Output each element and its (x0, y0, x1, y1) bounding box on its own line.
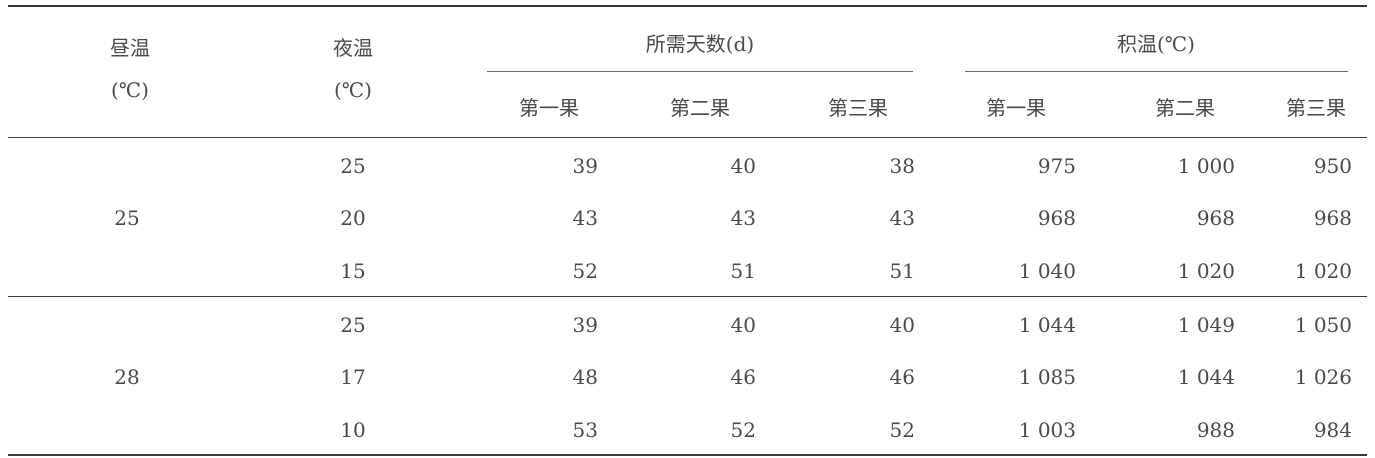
days-group-rule (487, 71, 913, 72)
header-days-group: 所需天数(d) (645, 32, 755, 56)
subheader-accum-fruit-2: 第二果 (1155, 96, 1215, 120)
days-fruit-2: 46 (730, 365, 756, 389)
accum-fruit-1: 1 085 (1018, 365, 1076, 389)
accum-fruit-3: 1 020 (1294, 259, 1352, 283)
accum-fruit-2: 1 049 (1177, 313, 1235, 337)
header-night-temp: 夜温 (333, 36, 373, 60)
accum-group-rule (965, 71, 1348, 72)
days-fruit-1: 43 (572, 206, 598, 230)
days-fruit-1: 52 (572, 259, 598, 283)
subheader-days-fruit-2: 第二果 (670, 96, 730, 120)
days-fruit-2: 51 (730, 259, 756, 283)
accum-fruit-3: 950 (1313, 154, 1352, 178)
accum-fruit-1: 1 040 (1018, 259, 1076, 283)
days-fruit-1: 39 (572, 313, 598, 337)
accum-fruit-1: 968 (1037, 206, 1076, 230)
day-temp-group-2: 28 (114, 365, 140, 389)
header-day-temp: 昼温 (110, 36, 150, 60)
data-table: 昼温 (℃) 夜温 (℃) 所需天数(d) 积温(℃) 第一果 第二果 第三果 … (0, 0, 1375, 458)
subheader-days-fruit-3: 第三果 (828, 96, 888, 120)
accum-fruit-2: 968 (1196, 206, 1235, 230)
night-temp: 15 (340, 259, 366, 283)
days-fruit-3: 43 (889, 206, 915, 230)
accum-fruit-1: 975 (1037, 154, 1076, 178)
night-temp: 17 (340, 365, 366, 389)
header-day-temp-unit: (℃) (111, 78, 149, 102)
days-fruit-2: 52 (730, 418, 756, 442)
days-fruit-3: 40 (889, 313, 915, 337)
days-fruit-3: 51 (889, 259, 915, 283)
days-fruit-1: 53 (572, 418, 598, 442)
group-divider-rule (8, 296, 1367, 297)
header-night-temp-unit: (℃) (334, 78, 372, 102)
subheader-accum-fruit-1: 第一果 (986, 96, 1046, 120)
days-fruit-2: 40 (730, 154, 756, 178)
subheader-days-fruit-1: 第一果 (519, 96, 579, 120)
bottom-rule (8, 454, 1367, 456)
days-fruit-3: 46 (889, 365, 915, 389)
accum-fruit-2: 1 020 (1177, 259, 1235, 283)
night-temp: 10 (340, 418, 366, 442)
top-rule (8, 5, 1367, 7)
accum-fruit-2: 1 000 (1177, 154, 1235, 178)
accum-fruit-2: 988 (1196, 418, 1235, 442)
accum-fruit-3: 968 (1313, 206, 1352, 230)
days-fruit-2: 43 (730, 206, 756, 230)
night-temp: 25 (340, 154, 366, 178)
accum-fruit-1: 1 044 (1018, 313, 1076, 337)
days-fruit-1: 48 (572, 365, 598, 389)
days-fruit-3: 38 (889, 154, 915, 178)
days-fruit-3: 52 (889, 418, 915, 442)
accum-fruit-3: 1 026 (1294, 365, 1352, 389)
accum-fruit-3: 984 (1313, 418, 1352, 442)
days-fruit-2: 40 (730, 313, 756, 337)
subheader-accum-fruit-3: 第三果 (1286, 96, 1346, 120)
accum-fruit-2: 1 044 (1177, 365, 1235, 389)
header-bottom-rule (8, 137, 1367, 138)
accum-fruit-1: 1 003 (1018, 418, 1076, 442)
accum-fruit-3: 1 050 (1294, 313, 1352, 337)
night-temp: 25 (340, 313, 366, 337)
header-accum-group: 积温(℃) (1117, 32, 1195, 56)
day-temp-group-1: 25 (114, 206, 140, 230)
night-temp: 20 (340, 206, 366, 230)
days-fruit-1: 39 (572, 154, 598, 178)
